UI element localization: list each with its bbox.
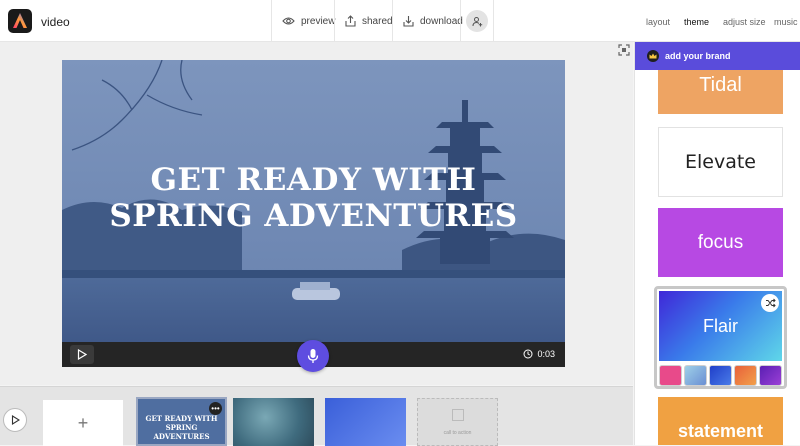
add-scene-button[interactable]: + [43,400,123,446]
theme-statement[interactable]: statement [658,397,783,445]
record-voice-button[interactable] [297,340,329,372]
theme-elevate[interactable]: Elevate [658,127,783,197]
swatch-purple[interactable] [759,365,782,386]
scene-thumbnail-call-to-action[interactable]: call to action [417,398,498,446]
top-bar: video preview shared download layout the… [0,0,800,42]
tab-music[interactable]: music [774,17,798,27]
scene-1-text: GET READY WITH SPRING ADVENTURES [145,414,218,441]
download-label: download [420,15,463,27]
theme-focus[interactable]: focus [658,208,783,277]
play-icon [11,415,20,425]
shuffle-button[interactable] [761,294,779,312]
add-user-icon [472,16,482,26]
project-title[interactable]: video [41,15,70,29]
crown-icon [647,50,659,62]
scene-timeline: + GET READY WITH SPRING ADVENTURES ••• c… [0,386,633,446]
play-icon [77,349,87,360]
share-button[interactable]: shared [334,0,393,42]
tab-theme[interactable]: theme [684,17,709,27]
download-button[interactable]: download [392,0,463,42]
headline-line-2: SPRING ADVENTURES [109,198,518,234]
swatch-light-blue[interactable] [684,365,707,386]
brand-label: add your brand [665,51,731,61]
video-headline[interactable]: GET READY WITH SPRING ADVENTURES [62,162,565,234]
clock-icon [523,349,533,359]
swatch-pink[interactable] [659,365,682,386]
theme-flair-selected[interactable]: Flair [654,286,787,389]
time-display: 0:03 [523,349,555,359]
theme-panel: add your brand Tidal Elevate focus Flair… [634,42,800,445]
swatch-orange[interactable] [734,365,757,386]
tab-layout[interactable]: layout [646,17,670,27]
video-preview[interactable]: GET READY WITH SPRING ADVENTURES [62,60,565,367]
swatch-blue[interactable] [709,365,732,386]
headline-line-1: GET READY WITH [150,162,477,198]
play-button[interactable] [70,345,94,364]
invite-user-button[interactable] [460,0,494,42]
scene-thumbnail-1[interactable]: GET READY WITH SPRING ADVENTURES ••• [136,397,227,446]
microphone-icon [307,349,319,363]
eye-icon [282,17,295,25]
theme-flair-label: Flair [703,315,738,336]
time-label: 0:03 [537,349,555,359]
shared-label: shared [362,15,393,27]
tab-adjust-size[interactable]: adjust size [723,17,766,27]
preview-button[interactable]: preview [271,0,336,42]
cta-placeholder-icon [452,409,464,421]
share-icon [345,15,356,27]
add-brand-button[interactable]: add your brand [635,42,800,70]
color-swatches [659,365,784,386]
scene-more-button[interactable]: ••• [209,402,222,415]
theme-flair[interactable]: Flair [659,291,782,361]
fullscreen-icon[interactable] [618,44,630,56]
scene-thumbnail-2[interactable] [233,398,314,446]
shuffle-icon [765,298,776,308]
cta-label: call to action [443,430,472,436]
download-icon [403,16,414,27]
timeline-play-button[interactable] [3,408,27,432]
preview-label: preview [301,15,336,27]
scene-thumbnail-3[interactable] [325,398,406,446]
app-logo-icon[interactable] [8,9,32,33]
